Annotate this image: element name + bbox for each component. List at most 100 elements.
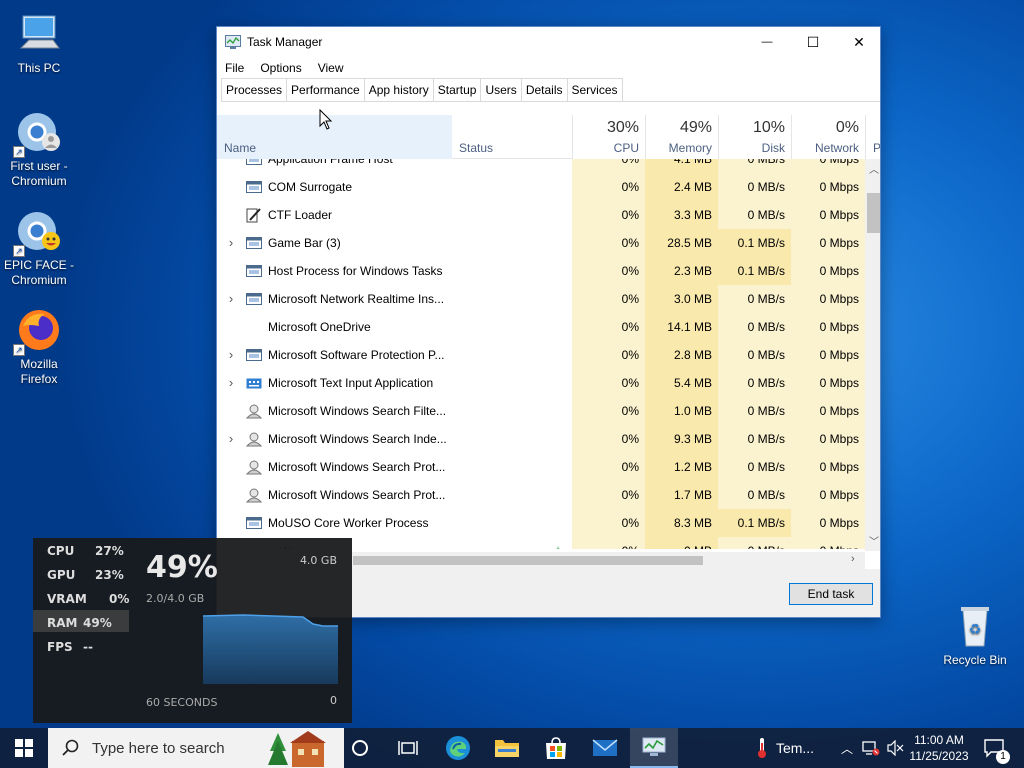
search-box[interactable]: Type here to search bbox=[48, 728, 344, 768]
status-column-header[interactable]: Status bbox=[452, 115, 572, 159]
expand-chevron-icon[interactable]: › bbox=[225, 347, 237, 362]
desktop-icon-recycle-bin[interactable]: ♻ Recycle Bin bbox=[936, 602, 1014, 668]
process-row[interactable]: COM Surrogate 0% 2.4 MB 0 MB/s 0 Mbps bbox=[217, 173, 865, 201]
process-memory-value: 4.1 MB bbox=[673, 159, 712, 166]
disk-column-header[interactable]: 10% Disk bbox=[718, 115, 791, 159]
process-cpu-value: 0% bbox=[621, 348, 639, 362]
menu-options[interactable]: Options bbox=[252, 61, 309, 75]
minimize-button[interactable]: — bbox=[744, 27, 790, 57]
network-column-header[interactable]: 0% Network bbox=[791, 115, 865, 159]
menu-file[interactable]: File bbox=[217, 61, 252, 75]
cpu-header-percent: 30% bbox=[606, 119, 639, 136]
power-column-header[interactable]: P bbox=[865, 115, 881, 159]
expand-chevron-icon[interactable]: › bbox=[225, 235, 237, 250]
tab-app-history[interactable]: App history bbox=[363, 78, 434, 101]
scroll-down-icon[interactable]: ﹀ bbox=[869, 533, 879, 548]
desktop-icon-label: EPIC FACE - bbox=[3, 258, 74, 272]
network-status-button[interactable] bbox=[860, 728, 882, 768]
process-row[interactable]: › Microsoft Software Protection P... 0% 2.8… bbox=[217, 341, 865, 369]
tab-users[interactable]: Users bbox=[480, 78, 522, 101]
minimize-icon: — bbox=[761, 36, 773, 48]
temperature-app-button[interactable]: Tem... bbox=[744, 728, 824, 768]
vertical-scrollbar[interactable]: ︿ ﹀ bbox=[865, 159, 880, 551]
power-header-label: P bbox=[873, 141, 881, 155]
desktop-icon-epic-face-chromium[interactable]: ↗ EPIC FACE - Chromium bbox=[0, 207, 78, 288]
memory-column-header[interactable]: 49% Memory bbox=[645, 115, 718, 159]
process-name: Microsoft Windows Search Prot... bbox=[268, 488, 446, 502]
process-name: Microsoft Windows Search Inde... bbox=[268, 432, 447, 446]
expand-chevron-icon[interactable]: › bbox=[225, 431, 237, 446]
menu-view[interactable]: View bbox=[310, 61, 352, 75]
process-row[interactable]: › Game Bar (3) 0% 28.5 MB 0.1 MB/s 0 Mbps bbox=[217, 229, 865, 257]
process-network-value: 0 Mbps bbox=[819, 488, 859, 502]
task-view-cortana-button[interactable] bbox=[336, 728, 384, 768]
cpu-column-header[interactable]: 30% CPU bbox=[572, 115, 645, 159]
notifications-button[interactable]: 1 bbox=[976, 728, 1012, 768]
process-row[interactable]: MoUSO Core Worker Process 0% 8.3 MB 0.1 MB/… bbox=[217, 509, 865, 537]
tab-processes[interactable]: Processes bbox=[221, 78, 288, 101]
expand-chevron-icon[interactable]: › bbox=[225, 291, 237, 306]
desktop-icon-mozilla-firefox[interactable]: ↗ Mozilla Firefox bbox=[0, 306, 78, 387]
desktop-icon-this-pc[interactable]: This PC bbox=[0, 10, 78, 76]
process-search-user-icon bbox=[245, 459, 263, 475]
scale-max-label: 4.0 GB bbox=[299, 554, 337, 567]
clock-date: 11/25/2023 bbox=[909, 749, 969, 763]
firefox-icon: ↗ bbox=[13, 306, 63, 356]
file-explorer-taskbar-button[interactable] bbox=[483, 728, 531, 768]
tab-performance[interactable]: Performance bbox=[286, 78, 365, 101]
task-manager-window: Task Manager — ☐ ✕ File Options View Pro… bbox=[216, 26, 881, 618]
scroll-up-icon[interactable]: ︿ bbox=[869, 161, 879, 176]
title-bar[interactable]: Task Manager — ☐ ✕ bbox=[217, 27, 880, 57]
edge-taskbar-button[interactable] bbox=[434, 728, 482, 768]
task-manager-taskbar-button[interactable] bbox=[630, 728, 678, 768]
task-view-button[interactable] bbox=[384, 728, 432, 768]
show-hidden-icons-button[interactable]: ︿ bbox=[838, 728, 856, 768]
process-window-icon bbox=[246, 291, 262, 307]
desktop-icon-first-user-chromium[interactable]: ↗ First user - Chromium bbox=[0, 108, 78, 189]
tab-startup[interactable]: Startup bbox=[432, 78, 482, 101]
end-task-button[interactable]: End task bbox=[789, 583, 873, 605]
process-memory-value: 0 MB bbox=[645, 544, 712, 549]
process-row[interactable]: Microsoft OneDrive 0% 14.1 MB 0 MB/s 0 Mbps bbox=[217, 313, 865, 341]
process-row[interactable]: Microsoft Windows Search Filte... 0% 1.0 M… bbox=[217, 397, 865, 425]
close-button[interactable]: ✕ bbox=[836, 27, 880, 57]
process-row[interactable]: CTF Loader 0% 3.3 MB 0 MB/s 0 Mbps bbox=[217, 201, 865, 229]
volume-button[interactable] bbox=[884, 728, 906, 768]
process-row[interactable]: › Microsoft Network Realtime Ins... 0% 3.0 … bbox=[217, 285, 865, 313]
start-button[interactable] bbox=[0, 728, 48, 768]
process-row[interactable]: Microsoft Windows Search Prot... 0% 1.2 MB… bbox=[217, 453, 865, 481]
process-search-user-icon bbox=[245, 431, 263, 447]
mail-taskbar-button[interactable] bbox=[581, 728, 629, 768]
tab-services[interactable]: Services bbox=[566, 78, 623, 101]
store-taskbar-button[interactable] bbox=[532, 728, 580, 768]
process-cpu-value: 0% bbox=[621, 432, 639, 446]
name-column-header[interactable]: Name bbox=[217, 115, 452, 159]
scroll-right-icon[interactable]: › bbox=[851, 553, 855, 565]
maximize-button[interactable]: ☐ bbox=[790, 27, 836, 57]
process-memory-value: 2.3 MB bbox=[673, 264, 712, 278]
performance-overlay: CPU 27% GPU 23% VRAM 0% RAM 49% FPS -- 49% 2.… bbox=[33, 538, 352, 723]
expand-chevron-icon[interactable]: › bbox=[225, 375, 237, 390]
tab-details[interactable]: Details bbox=[520, 78, 568, 101]
process-search-user-icon bbox=[245, 487, 263, 503]
mail-icon bbox=[592, 739, 618, 756]
ram-history-graph bbox=[203, 614, 338, 684]
process-cpu-value: 0% bbox=[621, 236, 639, 250]
process-cpu-value: 0% bbox=[621, 460, 639, 474]
process-row[interactable]: Microsoft Windows Search Prot... 0% 1.7 MB… bbox=[217, 481, 865, 509]
vertical-scroll-thumb[interactable] bbox=[867, 193, 880, 233]
process-window-icon bbox=[246, 235, 262, 251]
process-status: ⏀ bbox=[552, 544, 564, 549]
horizontal-scroll-thumb[interactable] bbox=[353, 556, 703, 565]
process-cpu-value: 0% bbox=[621, 516, 639, 530]
process-row[interactable]: Host Process for Windows Tasks 0% 2.3 MB 0.… bbox=[217, 257, 865, 285]
process-network-value: 0 Mbps bbox=[819, 320, 859, 334]
chevron-up-icon: ︿ bbox=[840, 741, 853, 756]
process-disk-value: 0.1 MB/s bbox=[737, 236, 785, 250]
clock[interactable]: 11:00 AM 11/25/2023 bbox=[906, 728, 972, 768]
process-row[interactable]: Application Frame Host 0% 4.1 MB 0 MB/s 0 Mb… bbox=[217, 159, 865, 173]
process-window-icon bbox=[246, 179, 262, 195]
process-row[interactable]: › Microsoft Windows Search Inde... 0% 9.3 M… bbox=[217, 425, 865, 453]
process-row[interactable]: › Microsoft Text Input Application 0% 5.4 M… bbox=[217, 369, 865, 397]
metric-fps: FPS -- bbox=[47, 640, 93, 654]
